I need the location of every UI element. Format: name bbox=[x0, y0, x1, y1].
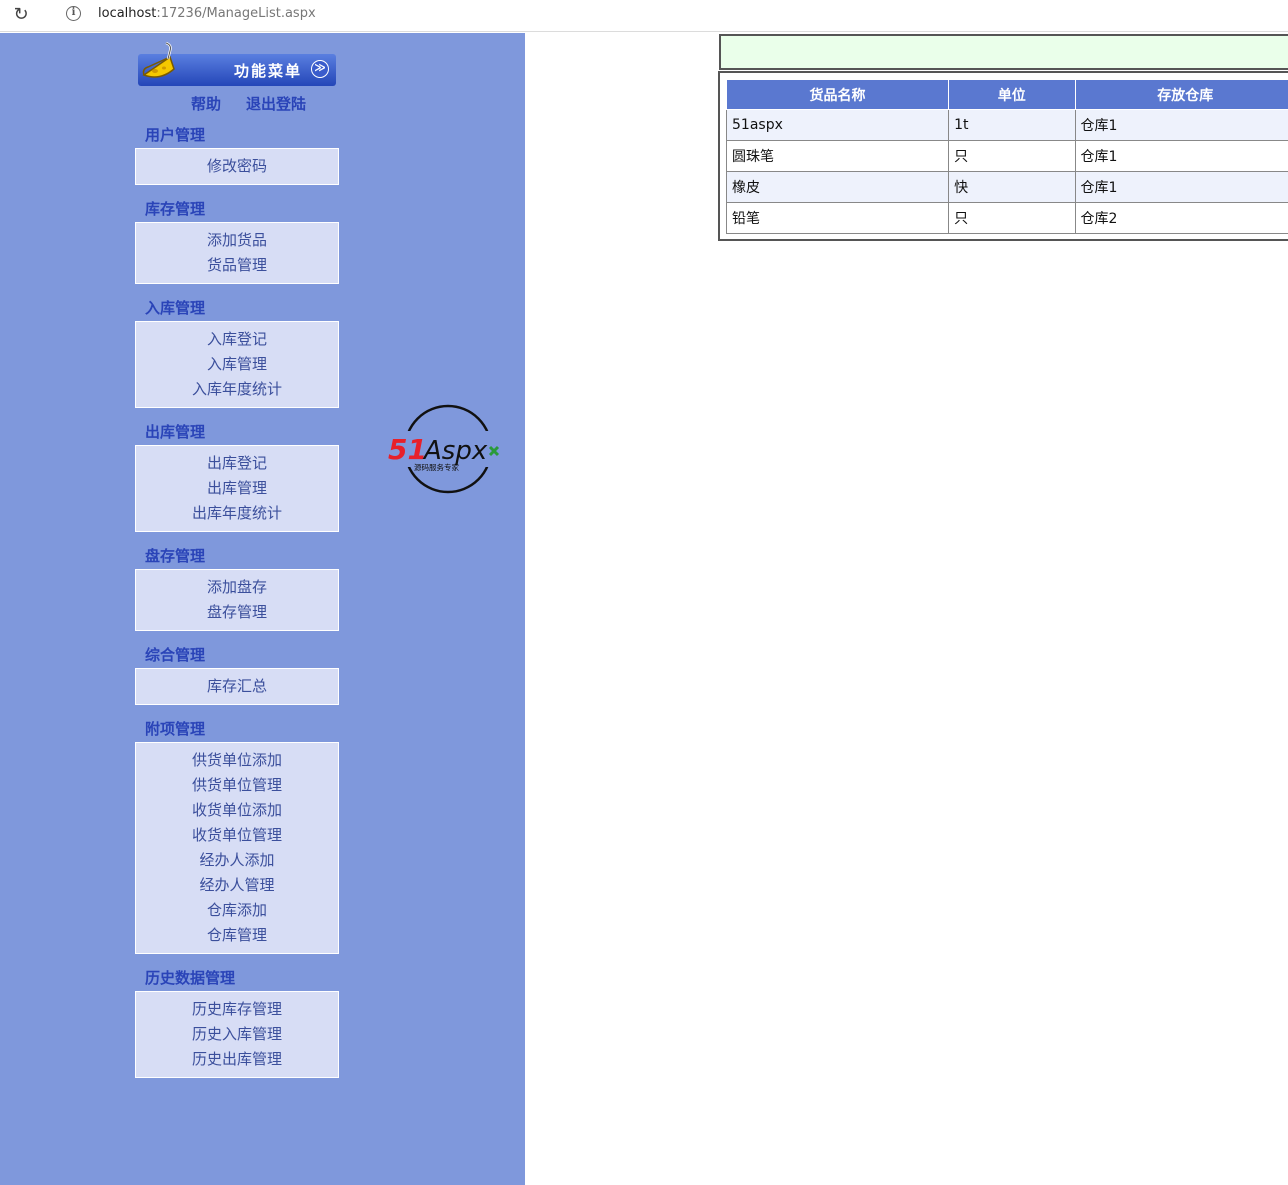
section-box-summary: 库存汇总 bbox=[135, 668, 339, 705]
table-row[interactable]: 铅笔 只 仓库2 bbox=[725, 202, 1288, 234]
cell-unit: 只 bbox=[948, 140, 1076, 172]
menu-item[interactable]: 入库登记 bbox=[136, 327, 338, 352]
menu-item[interactable]: 经办人管理 bbox=[136, 873, 338, 898]
menu-item[interactable]: 仓库管理 bbox=[136, 923, 338, 948]
section-title-history: 历史数据管理 bbox=[145, 969, 236, 987]
logout-link[interactable]: 退出登陆 bbox=[246, 93, 306, 114]
logo-brand-red: 51 bbox=[388, 433, 427, 466]
section-box-history: 历史库存管理 历史入库管理 历史出库管理 bbox=[135, 991, 339, 1078]
menu-item[interactable]: 添加货品 bbox=[136, 228, 338, 253]
menu-item[interactable]: 经办人添加 bbox=[136, 848, 338, 873]
section-box-inventory: 添加货品 货品管理 bbox=[135, 222, 339, 284]
cheese-logo-icon bbox=[142, 41, 175, 78]
section-title-summary: 综合管理 bbox=[145, 646, 206, 664]
left-menu-frame: 功能菜单 ≫ 帮助 退出登陆 用户管理 修改密码 库存管理 添加货品 货品管理 入库管理入… bbox=[0, 33, 525, 1185]
column-header-name[interactable]: 货品名称 bbox=[725, 79, 950, 110]
goods-grid-panel: 货品名称 单位 存放仓库 51aspx 1t 仓库1 圆珠笔 只 仓库1 橡皮 … bbox=[718, 71, 1288, 241]
section-box-outbound: 出库登记 出库管理 出库年度统计 bbox=[135, 445, 339, 532]
menu-item[interactable]: 出库登记 bbox=[136, 451, 338, 476]
section-title-outbound: 出库管理 bbox=[145, 423, 206, 441]
logo-brand-dark: Aspx bbox=[422, 436, 488, 466]
menu-header: 功能菜单 ≫ bbox=[138, 41, 336, 86]
section-title-stocktake: 盘存管理 bbox=[145, 547, 206, 565]
menu-item[interactable]: 供货单位管理 bbox=[136, 773, 338, 798]
goods-table: 货品名称 单位 存放仓库 51aspx 1t 仓库1 圆珠笔 只 仓库1 橡皮 … bbox=[725, 79, 1288, 234]
section-title-inventory: 库存管理 bbox=[145, 200, 206, 218]
51aspx-logo: 51 Aspx 源码服务专家 bbox=[386, 404, 512, 494]
cell-warehouse: 仓库1 bbox=[1074, 140, 1288, 172]
section-box-auxiliary: 供货单位添加 供货单位管理 收货单位添加 收货单位管理 经办人添加 经办人管理 仓库添加 仓库… bbox=[135, 742, 339, 954]
reload-icon[interactable]: ↻ bbox=[11, 5, 31, 25]
site-info-icon[interactable]: i bbox=[66, 6, 81, 21]
menu-title: 功能菜单 bbox=[234, 62, 303, 80]
table-row[interactable]: 51aspx 1t 仓库1 bbox=[725, 109, 1288, 141]
cell-unit: 1t bbox=[948, 109, 1076, 141]
cell-warehouse: 仓库1 bbox=[1074, 109, 1288, 141]
menu-item[interactable]: 出库年度统计 bbox=[136, 501, 338, 526]
section-title-user: 用户管理 bbox=[145, 126, 206, 144]
menu-item[interactable]: 历史出库管理 bbox=[136, 1047, 338, 1072]
browser-address-bar: ↻ i localhost:17236/ManageList.aspx bbox=[0, 0, 1288, 32]
menu-item[interactable]: 入库管理 bbox=[136, 352, 338, 377]
section-box-inbound: 入库登记 入库管理 入库年度统计 bbox=[135, 321, 339, 408]
cell-name: 橡皮 bbox=[725, 171, 950, 203]
menu-item[interactable]: 供货单位添加 bbox=[136, 748, 338, 773]
cell-name: 铅笔 bbox=[725, 202, 950, 234]
cell-unit: 快 bbox=[948, 171, 1076, 203]
cell-name: 51aspx bbox=[725, 109, 950, 141]
menu-item[interactable]: 仓库添加 bbox=[136, 898, 338, 923]
cell-warehouse: 仓库1 bbox=[1074, 171, 1288, 203]
menu-collapse-icon[interactable]: ≫ bbox=[311, 60, 329, 78]
section-box-stocktake: 添加盘存 盘存管理 bbox=[135, 569, 339, 631]
menu-item[interactable]: 添加盘存 bbox=[136, 575, 338, 600]
section-title-auxiliary: 附项管理 bbox=[145, 720, 206, 738]
menu-item[interactable]: 收货单位管理 bbox=[136, 823, 338, 848]
menu-item[interactable]: 盘存管理 bbox=[136, 600, 338, 625]
url-host: localhost bbox=[98, 6, 157, 21]
menu-item[interactable]: 货品管理 bbox=[136, 253, 338, 278]
menu-item[interactable]: 入库年度统计 bbox=[136, 377, 338, 402]
menu-item[interactable]: 收货单位添加 bbox=[136, 798, 338, 823]
url-field[interactable]: localhost:17236/ManageList.aspx bbox=[98, 6, 316, 21]
column-header-unit[interactable]: 单位 bbox=[948, 79, 1076, 110]
cell-unit: 只 bbox=[948, 202, 1076, 234]
section-title-inbound: 入库管理 bbox=[145, 299, 206, 317]
menu-item[interactable]: 出库管理 bbox=[136, 476, 338, 501]
table-row[interactable]: 圆珠笔 只 仓库1 bbox=[725, 140, 1288, 172]
cell-name: 圆珠笔 bbox=[725, 140, 950, 172]
menu-item[interactable]: 历史库存管理 bbox=[136, 997, 338, 1022]
table-header-row: 货品名称 单位 存放仓库 bbox=[725, 79, 1288, 110]
table-row[interactable]: 橡皮 快 仓库1 bbox=[725, 171, 1288, 203]
menu-item[interactable]: 修改密码 bbox=[136, 154, 338, 179]
cell-warehouse: 仓库2 bbox=[1074, 202, 1288, 234]
menu-item[interactable]: 库存汇总 bbox=[136, 674, 338, 699]
logo-tagline: 源码服务专家 bbox=[414, 462, 459, 472]
message-bar bbox=[719, 34, 1288, 70]
help-link[interactable]: 帮助 bbox=[191, 93, 221, 114]
column-header-warehouse[interactable]: 存放仓库 bbox=[1074, 79, 1288, 110]
section-box-user: 修改密码 bbox=[135, 148, 339, 185]
url-path: :17236/ManageList.aspx bbox=[156, 6, 316, 21]
menu-item[interactable]: 历史入库管理 bbox=[136, 1022, 338, 1047]
